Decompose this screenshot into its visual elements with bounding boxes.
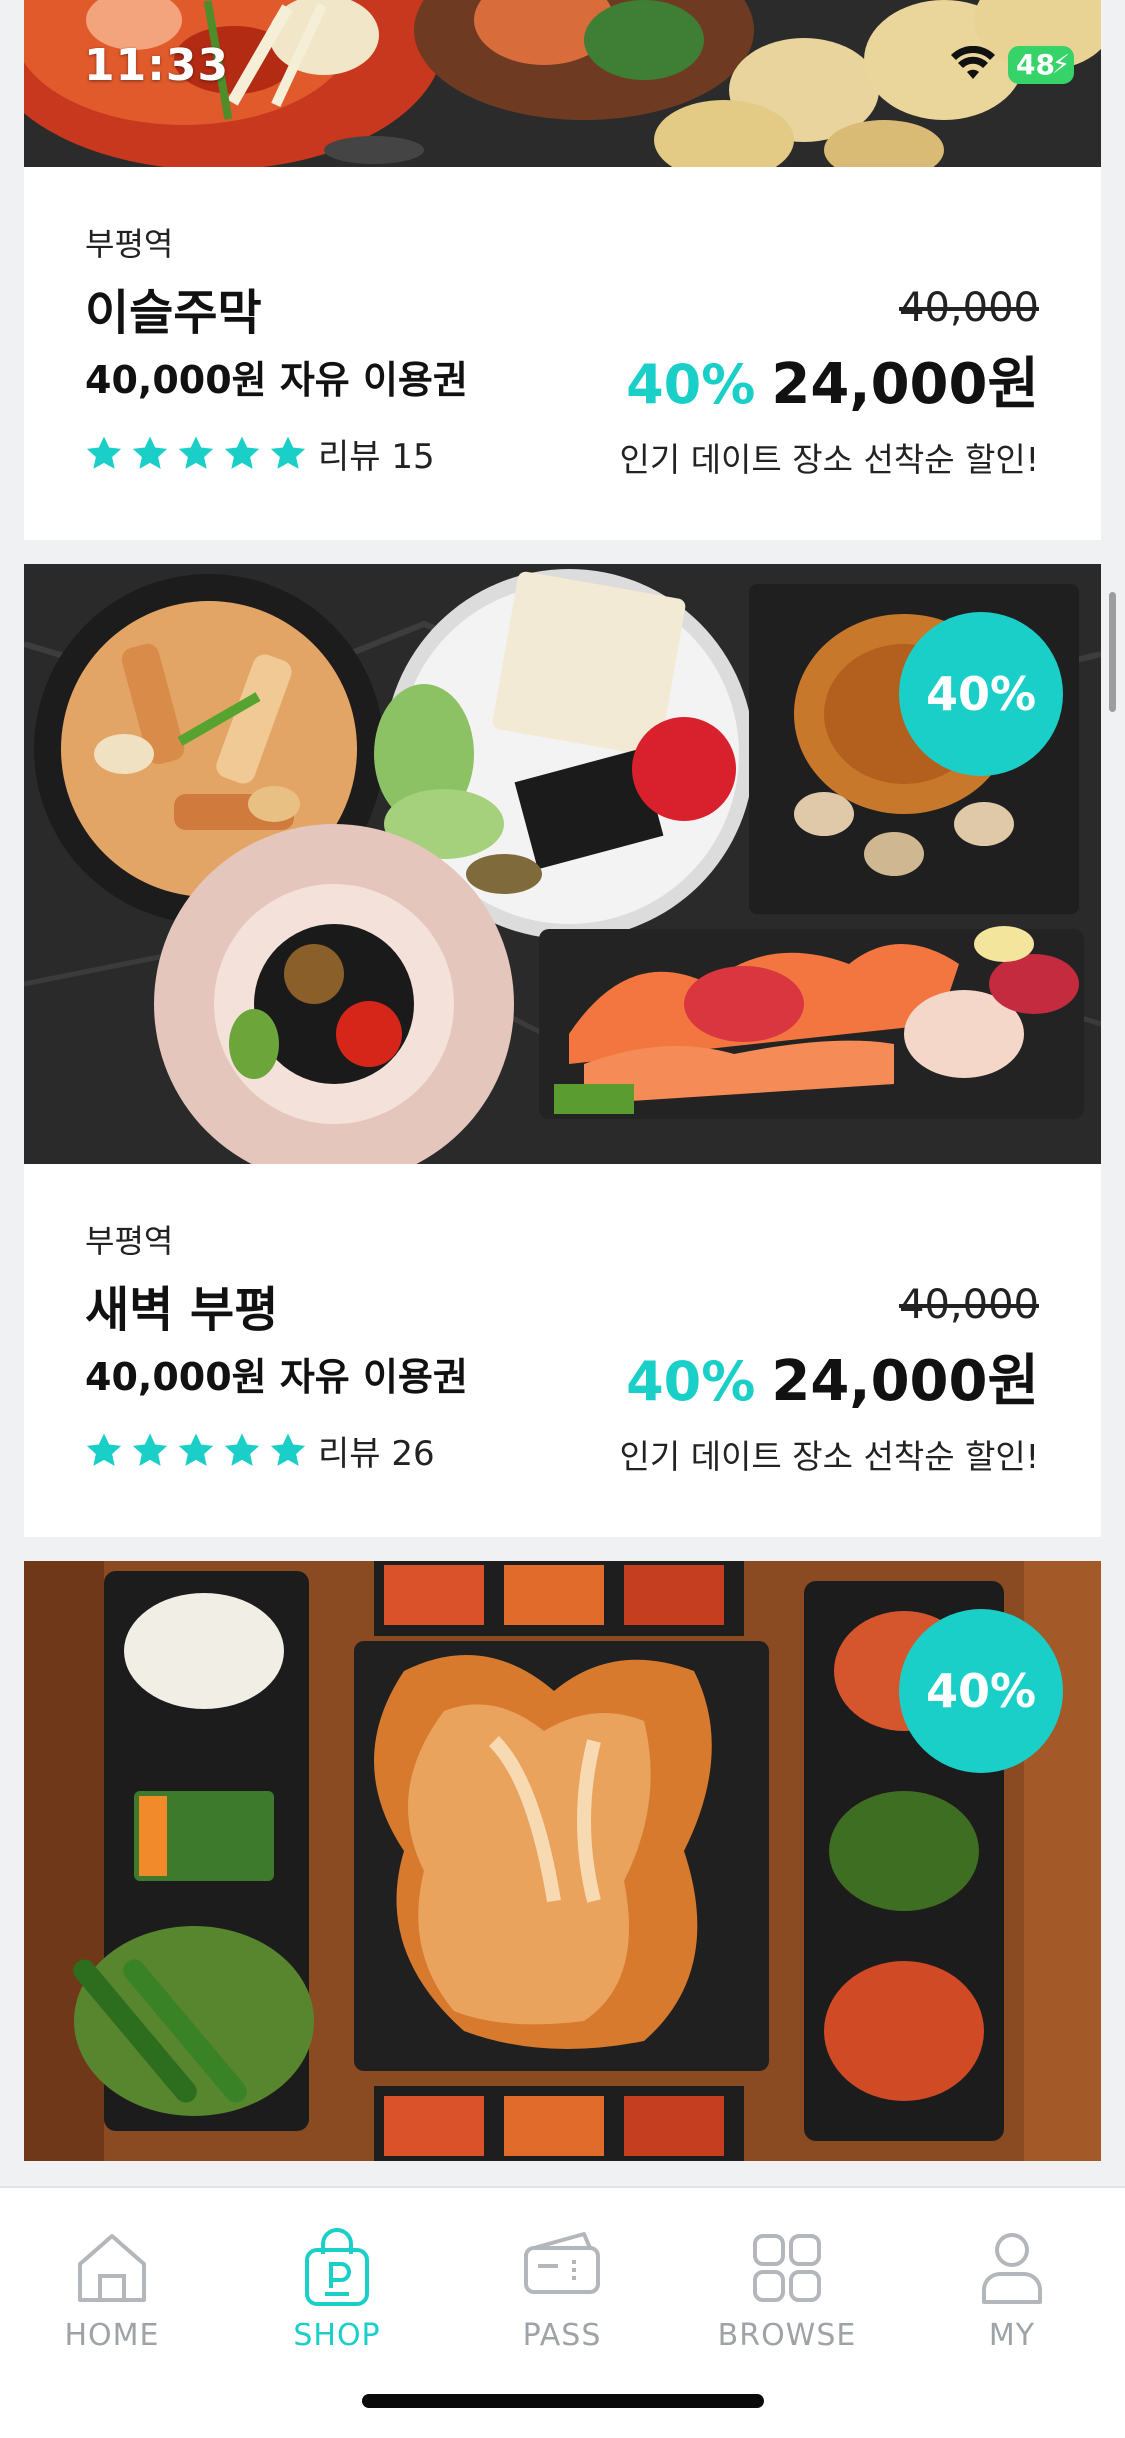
scrollbar[interactable] [1109,592,1116,712]
product-name: 새벽 부평 [85,1282,279,1338]
tab-pass[interactable]: PASS [450,2204,674,2354]
promo-text: 인기 데이트 장소 선착순 할인! [619,440,1039,479]
tab-label: HOME [64,2318,160,2353]
ticket-name: 40,000원 자유 이용권 [85,1355,468,1399]
product-image[interactable]: 40% [24,564,1101,1164]
sale-price: 24,000원 [771,1349,1039,1414]
tab-home[interactable]: HOME [0,2204,224,2354]
promo-text: 인기 데이트 장소 선착순 할인! [619,1437,1039,1476]
tab-label: PASS [522,2318,602,2353]
review-count[interactable]: 리뷰 26 [318,1426,435,1475]
discount-badge: 40% [899,1609,1063,1773]
product-image[interactable] [24,0,1101,167]
tab-label: MY [988,2318,1036,2353]
product-location: 부평역 [85,225,174,263]
product-image[interactable]: 40% [24,1561,1101,2161]
grid-icon [753,2234,821,2302]
star-icon [224,1433,260,1466]
product-card[interactable]: 부평역 이슬주막 40,000원 자유 이용권 리뷰 15 40,000 40%… [24,167,1101,540]
star-icon [224,436,260,469]
tab-label: SHOP [293,2318,381,2353]
home-indicator[interactable] [362,2394,764,2408]
ticket-name: 40,000원 자유 이용권 [85,358,468,402]
discount-rate: 40% [626,1350,756,1413]
sale-price: 24,000원 [771,352,1039,417]
product-feed: 부평역 이슬주막 40,000원 자유 이용권 리뷰 15 40,000 40%… [24,0,1101,2161]
rating-stars: 리뷰 15 [84,429,435,478]
discount-badge: 40% [899,612,1063,776]
star-icon [270,1433,306,1466]
star-icon [132,436,168,469]
review-count[interactable]: 리뷰 15 [318,429,435,478]
tab-my[interactable]: MY [900,2204,1124,2354]
rating-stars: 리뷰 26 [84,1426,435,1475]
price-row: 40% 24,000원 [626,1336,1039,1417]
original-price: 40,000 [899,285,1039,331]
person-icon [982,2233,1042,2304]
shopping-bag-icon [305,2228,369,2306]
ticket-icon [524,2232,600,2294]
tab-shop[interactable]: SHOP [225,2204,449,2354]
star-icon [132,1433,168,1466]
star-icon [270,436,306,469]
product-location: 부평역 [85,1222,174,1260]
price-row: 40% 24,000원 [626,339,1039,420]
tab-label: BROWSE [717,2318,857,2353]
star-icon [178,436,214,469]
star-icon [178,1433,214,1466]
tab-browse[interactable]: BROWSE [675,2204,899,2354]
product-card[interactable]: 부평역 새벽 부평 40,000원 자유 이용권 리뷰 26 40,000 40… [24,1164,1101,1537]
discount-rate: 40% [626,353,756,416]
star-icon [86,1433,122,1466]
original-price: 40,000 [899,1282,1039,1328]
product-name: 이슬주막 [85,285,262,341]
home-icon [78,2234,146,2302]
star-icon [86,436,122,469]
